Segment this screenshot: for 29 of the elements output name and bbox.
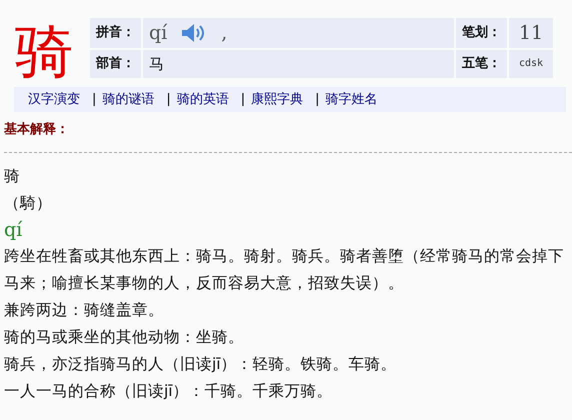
field-label: 五笔： — [456, 50, 507, 78]
definition-text: 兼跨两边：骑缝盖章。 — [4, 300, 165, 320]
nav-link[interactable]: 汉字演变 — [28, 90, 80, 110]
separator-text: | — [315, 90, 320, 109]
field-value-cell: cdsk — [509, 50, 553, 78]
nav-link[interactable]: 骑字姓名 — [326, 90, 378, 110]
field-label: 拼音： — [90, 18, 141, 48]
separator-text: | — [92, 90, 96, 109]
field-value-cell: 11 — [509, 18, 553, 48]
pinyin-text: qí — [4, 218, 24, 242]
separator-text: | — [166, 90, 171, 109]
definition-text: 骑兵，亦泛指骑马的人（旧读jī）：轻骑。铁骑。车骑。 — [4, 354, 398, 374]
character-text: 骑 — [4, 166, 21, 186]
pinyin-text: qí — [149, 20, 168, 46]
headword: 骑 — [14, 16, 74, 80]
nav-link[interactable]: 骑的谜语 — [102, 90, 154, 110]
separator-text: | — [240, 90, 246, 109]
definition-text: 一人一马的合称（旧读jī）：千骑。千乘万骑。 — [4, 380, 334, 402]
section-title: 基本解释： — [4, 121, 70, 139]
field-value-cell: 马 — [143, 50, 454, 78]
field-label: 笔划： — [456, 18, 507, 48]
traditional-form-text: （騎） — [4, 192, 53, 214]
speaker-icon[interactable] — [181, 22, 206, 43]
comma-text: , — [221, 20, 228, 46]
field-label: 部首： — [90, 50, 141, 78]
nav-link[interactable]: 骑的英语 — [176, 90, 229, 110]
definition-text: 跨坐在牲畜或其他东西上：骑马。骑射。骑兵。骑者善堕（经常骑马的常会掉下马来；喻擅长某事物的人，反而容易大意，招致失误）。 — [4, 246, 565, 294]
definition-text: 骑的马或乘坐的其他动物：坐骑。 — [4, 326, 245, 348]
nav-link[interactable]: 康熙字典 — [251, 90, 304, 110]
